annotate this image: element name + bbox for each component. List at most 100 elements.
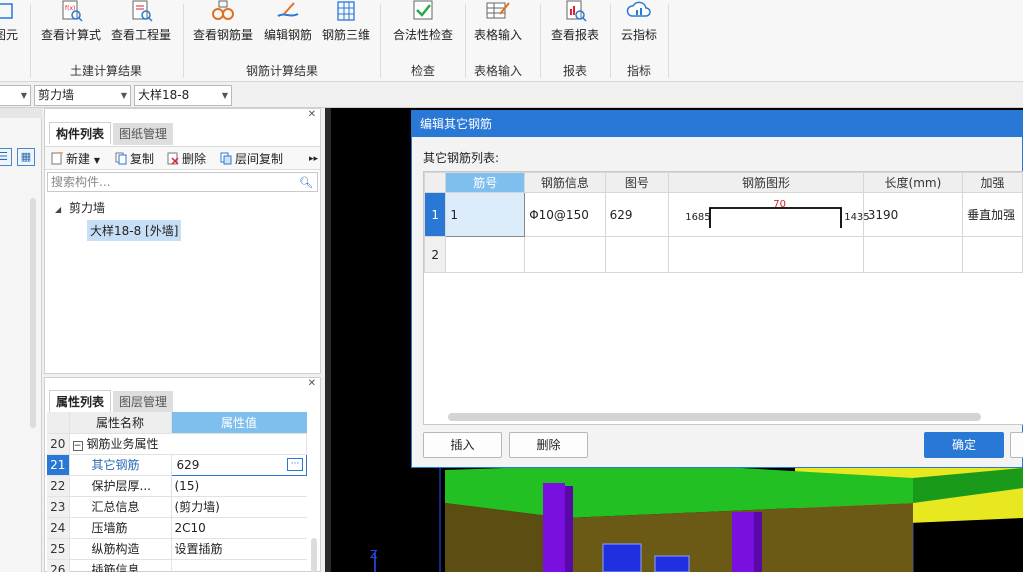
cancel-button[interactable]: [1010, 432, 1023, 458]
collapse-icon[interactable]: −: [72, 441, 83, 451]
tab-layer-management[interactable]: 图层管理: [113, 391, 174, 413]
ribbon-separator: [30, 4, 31, 78]
property-row[interactable]: 26 插筋信息: [47, 559, 307, 572]
view-formula-icon: f(x): [62, 0, 83, 22]
ellipsis-icon[interactable]: ···: [287, 457, 303, 471]
tab-component-list[interactable]: 构件列表: [49, 122, 112, 144]
ribbon-group-index: 指标: [626, 64, 651, 78]
property-row[interactable]: 23 汇总信息 (剪力墙): [47, 496, 307, 518]
tree-node-shear-wall[interactable]: ◢ 剪力墙: [55, 199, 105, 216]
rebar-bend-shape: [709, 206, 843, 228]
ribbon-toolbar: 图元 f(x) 查看计算式 查看工程量 土建计算结果 查看钢筋量 编辑钢筋 钢筋…: [0, 0, 1023, 82]
list-view-icon[interactable]: ☰: [0, 148, 12, 166]
edit-rebar-button[interactable]: 编辑钢筋: [260, 0, 316, 58]
col-shape-number[interactable]: 图号: [604, 172, 670, 193]
reinforce-cell[interactable]: 垂直加强: [962, 192, 1023, 237]
chevron-down-icon: ▼: [221, 91, 228, 100]
property-table-header: 属性名称 属性值: [47, 412, 307, 434]
col-reinforce[interactable]: 加强: [962, 172, 1023, 193]
element-icon: [0, 3, 13, 19]
grid-horizontal-scrollbar[interactable]: [448, 413, 981, 421]
tab-drawing-management[interactable]: 图纸管理: [113, 123, 174, 145]
view-report-button[interactable]: 查看报表: [545, 0, 605, 58]
cloud-index-icon: [626, 1, 651, 17]
bar-number-cell[interactable]: 1: [445, 192, 526, 237]
axis-z-label: Z: [370, 548, 378, 561]
ok-button[interactable]: 确定: [924, 432, 1004, 458]
shape-number-cell[interactable]: 629: [604, 192, 670, 237]
rebar-info-cell[interactable]: Φ10@150: [524, 192, 606, 237]
ribbon-group-report: 报表: [562, 64, 587, 78]
length-cell[interactable]: 3190: [862, 192, 964, 237]
dialog-title[interactable]: 编辑其它钢筋: [412, 111, 1023, 137]
view-rebar-quantity-button[interactable]: 查看钢筋量: [190, 0, 256, 58]
ribbon-group-check: 检查: [410, 64, 435, 78]
more-icon[interactable]: ▸▸: [309, 150, 318, 168]
left-nav-panel: ☰ ▦: [0, 108, 42, 572]
property-scrollbar[interactable]: [311, 538, 317, 572]
ribbon-group-table-input: 表格输入: [473, 64, 522, 78]
rebar-shape-cell[interactable]: 1685 70 1435: [668, 192, 870, 237]
property-row[interactable]: 22 保护层厚... (15): [47, 475, 307, 497]
tree-node-detail-18-8[interactable]: 大样18-8 [外墙]: [87, 220, 182, 241]
window: [654, 555, 690, 572]
chevron-down-icon: ▼: [93, 156, 100, 165]
category-combo[interactable]: 剪力墙 ▼: [34, 85, 131, 106]
grid-view-icon[interactable]: ▦: [17, 148, 35, 166]
property-table: 属性名称 属性值 20 − 钢筋业务属性 21 其它钢筋 629 ··· 22 保护…: [47, 412, 307, 572]
property-row[interactable]: 20 − 钢筋业务属性: [47, 433, 307, 455]
property-row[interactable]: 24 压墙筋 2C10: [47, 517, 307, 539]
rebar-grid: 筋号 钢筋信息 图号 钢筋图形 长度(mm) 加强 1 1 Φ10@150 62…: [423, 171, 1023, 425]
delete-row-button[interactable]: 删除: [509, 432, 588, 458]
view-quantity-button[interactable]: 查看工程量: [108, 0, 174, 58]
property-name-header: 属性名称: [69, 412, 172, 434]
other-rebar-value-field[interactable]: 629 ···: [170, 453, 307, 476]
ribbon-separator: [540, 4, 541, 78]
ribbon-group-rebar-results: 钢筋计算结果: [245, 64, 318, 78]
view-formula-button[interactable]: f(x) 查看计算式: [38, 0, 104, 58]
floor-combo[interactable]: ▼: [0, 85, 31, 106]
cloud-index-button[interactable]: 云指标: [614, 0, 664, 58]
close-icon[interactable]: ✕: [308, 109, 316, 120]
floor-copy-icon: [220, 152, 232, 165]
insert-button[interactable]: 插入: [423, 432, 502, 458]
component-search-input[interactable]: 搜索构件... 🔍︎: [47, 172, 318, 192]
rebar-3d-button[interactable]: 钢筋三维: [318, 0, 374, 58]
column: [543, 483, 565, 572]
new-button[interactable]: 新建 ▼: [51, 150, 100, 168]
validity-check-icon: [413, 0, 433, 20]
table-input-button[interactable]: 表格输入: [468, 0, 528, 58]
view-report-icon: [566, 0, 587, 22]
delete-button[interactable]: 删除: [167, 150, 206, 168]
validity-check-button[interactable]: 合法性检查: [386, 0, 460, 58]
copy-icon: [115, 152, 127, 165]
tab-property-list[interactable]: 属性列表: [49, 390, 112, 412]
dim-right: 1435: [844, 211, 870, 223]
col-rebar-info[interactable]: 钢筋信息: [524, 172, 606, 193]
property-row[interactable]: 25 纵筋构造 设置插筋: [47, 538, 307, 560]
col-length[interactable]: 长度(mm): [862, 172, 964, 193]
collapse-triangle-icon[interactable]: ◢: [55, 205, 61, 214]
col-rebar-shape[interactable]: 钢筋图形: [668, 172, 864, 193]
view-rebar-quantity-icon: [212, 0, 234, 20]
copy-button[interactable]: 复制: [115, 150, 154, 168]
chevron-down-icon: ▼: [120, 91, 127, 100]
property-row-selected[interactable]: 21 其它钢筋 629 ···: [47, 453, 307, 476]
component-panel-tabs: 构件列表 图纸管理: [49, 122, 175, 145]
left-nav-scrollbar[interactable]: [30, 198, 36, 428]
close-icon[interactable]: ✕: [308, 378, 316, 389]
element-button[interactable]: 图元: [0, 0, 24, 58]
floor-copy-button[interactable]: 层间复制: [220, 150, 283, 168]
viewport-edge: [325, 108, 331, 572]
chevron-down-icon: ▼: [20, 91, 27, 100]
col-bar-number[interactable]: 筋号: [445, 172, 526, 193]
rebar-shape-drawing: 1685 70 1435: [673, 197, 870, 233]
property-panel-tabs: 属性列表 图层管理: [49, 390, 175, 413]
ribbon-separator: [465, 4, 466, 78]
rebar-list-caption: 其它钢筋列表:: [423, 151, 500, 165]
component-combo[interactable]: 大样18-8 ▼: [134, 85, 232, 106]
edit-other-rebar-dialog: 编辑其它钢筋 其它钢筋列表: 筋号 钢筋信息 图号 钢筋图形 长度(mm) 加强…: [411, 110, 1023, 468]
rebar-row[interactable]: 1 1 Φ10@150 629 1685 70 1435 3190 垂直加强: [424, 192, 1023, 237]
search-icon[interactable]: 🔍︎: [299, 174, 313, 192]
rebar-row[interactable]: 2: [424, 236, 1023, 273]
